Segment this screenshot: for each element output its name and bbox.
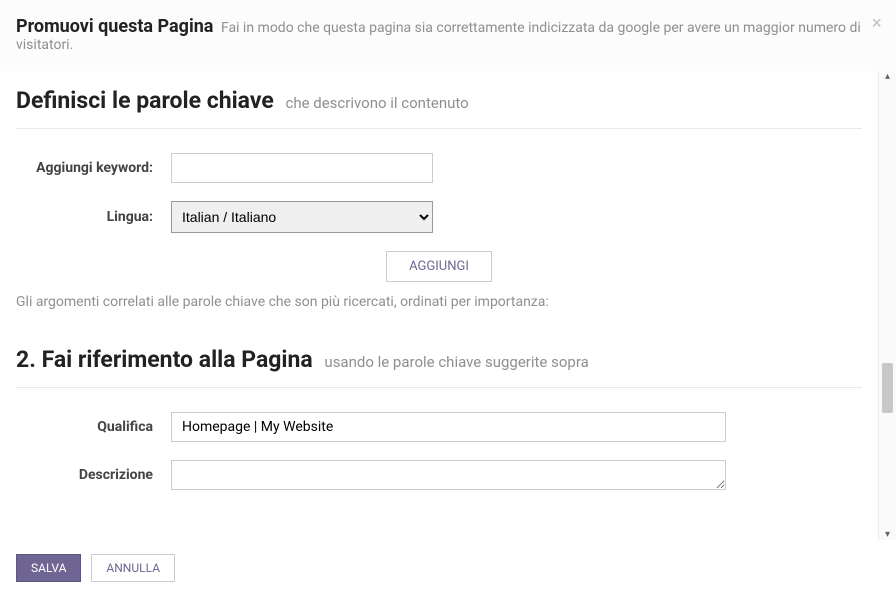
modal-header: Promuovi questa Pagina Fai in modo che q… (0, 0, 896, 71)
section1-heading-sub: che descrivono il contenuto (285, 94, 468, 112)
section2-heading-text: 2. Fai riferimento alla Pagina (16, 346, 313, 373)
scroll-down-icon[interactable]: ▾ (879, 529, 896, 540)
scrollbar[interactable]: ▴ ▾ (878, 71, 896, 540)
keyword-label: Aggiungi keyword: (16, 160, 171, 176)
divider (16, 128, 862, 129)
section1-heading: Definisci le parole chiave che descrivon… (16, 87, 862, 114)
seo-promote-modal: Promuovi questa Pagina Fai in modo che q… (0, 0, 896, 596)
description-label: Descrizione (16, 467, 171, 483)
section2-heading-sub: usando le parole chiave suggerite sopra (324, 353, 588, 371)
keyword-input[interactable] (171, 153, 433, 183)
section1-heading-text: Definisci le parole chiave (16, 87, 274, 114)
title-label: Qualifica (16, 419, 171, 435)
add-button[interactable]: AGGIUNGI (386, 251, 492, 282)
save-button[interactable]: SALVA (16, 554, 81, 582)
modal-body: Definisci le parole chiave che descrivon… (0, 71, 878, 540)
description-row: Descrizione (16, 460, 862, 490)
title-input[interactable] (171, 412, 726, 442)
language-label: Lingua: (16, 209, 171, 225)
modal-title: Promuovi questa Pagina (16, 16, 213, 37)
language-row: Lingua: Italian / Italiano (16, 201, 862, 233)
section2: 2. Fai riferimento alla Pagina usando le… (16, 346, 862, 490)
close-icon[interactable]: × (871, 14, 882, 32)
cancel-button[interactable]: ANNULLA (91, 554, 175, 582)
title-row: Qualifica (16, 412, 862, 442)
modal-footer: SALVA ANNULLA (0, 540, 896, 596)
scroll-up-icon[interactable]: ▴ (879, 71, 896, 82)
description-input[interactable] (171, 460, 726, 490)
add-row: AGGIUNGI (16, 251, 862, 282)
language-select[interactable]: Italian / Italiano (171, 201, 433, 233)
scroll-thumb[interactable] (882, 363, 893, 413)
keyword-row: Aggiungi keyword: (16, 153, 862, 183)
keyword-hint: Gli argomenti correlati alle parole chia… (16, 294, 862, 310)
section2-heading: 2. Fai riferimento alla Pagina usando le… (16, 346, 862, 373)
divider (16, 387, 862, 388)
modal-body-wrap: Definisci le parole chiave che descrivon… (0, 71, 896, 540)
